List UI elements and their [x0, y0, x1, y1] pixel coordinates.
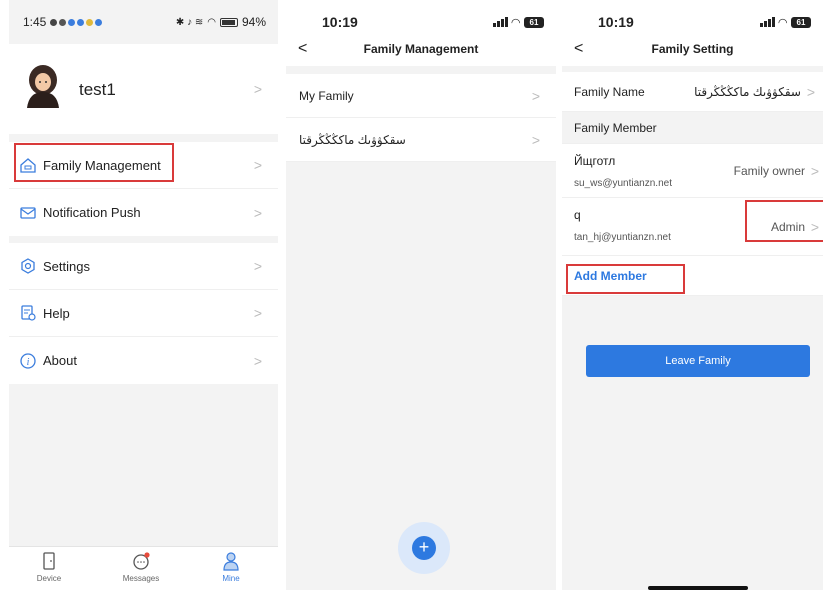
chevron-right-icon: > — [253, 81, 262, 97]
add-family-button[interactable]: + — [398, 522, 450, 574]
menu-item-settings[interactable]: Settings > — [9, 243, 278, 290]
family-name: سقكۋۋىك ماكڭڭڭرقتا — [299, 132, 406, 147]
member-name: q — [574, 208, 581, 222]
member-email: tan_hj@yuntianzn.net — [574, 232, 671, 243]
highlight-add-member — [566, 264, 685, 294]
tab-bar: Device Messages Mine — [9, 546, 278, 590]
tab-device[interactable]: Device — [19, 551, 79, 583]
status-time: 10:19 — [322, 14, 358, 30]
mail-icon — [20, 206, 36, 219]
user-icon — [223, 552, 239, 571]
wifi-icon: ◠ — [778, 16, 787, 29]
status-time: 1:45 — [23, 15, 47, 29]
menu-group-2: Settings > Help > i About > — [9, 243, 278, 384]
family-item-2[interactable]: سقكۋۋىك ماكڭڭڭرقتا > — [286, 118, 556, 162]
info-icon: i — [20, 352, 36, 369]
member-email: su_ws@yuntianzn.net — [574, 178, 672, 189]
wifi-icon: ◠ — [207, 16, 216, 28]
svg-text:i: i — [27, 357, 30, 368]
family-name-label: Family Name — [574, 84, 645, 99]
back-icon[interactable]: < — [298, 40, 307, 58]
menu-item-notification-push[interactable]: Notification Push > — [9, 189, 278, 236]
menu-item-about[interactable]: i About > — [9, 337, 278, 384]
notification-icons — [50, 15, 104, 29]
chevron-right-icon: > — [810, 162, 819, 179]
wifi-icon: ◠ — [511, 16, 520, 29]
help-icon — [21, 305, 36, 321]
chevron-right-icon: > — [531, 87, 540, 104]
tab-label: Messages — [122, 574, 160, 583]
mine-screen: 1:45 ✱ ♪ ≋ ◠ 94% test1 > Family Manageme… — [9, 0, 278, 590]
tab-messages[interactable]: Messages — [111, 551, 171, 583]
leave-family-label: Leave Family — [665, 355, 731, 367]
nav-bar: < Family Setting — [562, 32, 823, 66]
family-item-my-family[interactable]: My Family > — [286, 74, 556, 118]
family-member-label: Family Member — [574, 120, 657, 135]
family-list: My Family > سقكۋۋىك ماكڭڭڭرقتا > — [286, 74, 556, 162]
family-name-value: سقكۋۋىك ماكڭڭڭرقتا — [694, 84, 801, 99]
family-setting-list: Family Name سقكۋۋىك ماكڭڭڭرقتا > Family … — [562, 72, 823, 296]
signal-icon — [759, 17, 775, 27]
family-member-header: Family Member — [562, 112, 823, 144]
bluetooth-icon: ✱ ♪ ≋ — [175, 16, 204, 28]
settings-icon — [21, 258, 35, 274]
chevron-right-icon: > — [253, 352, 262, 369]
battery-percent: 94% — [241, 15, 266, 29]
highlight-family-management — [14, 143, 174, 182]
menu-item-label: About — [43, 353, 77, 368]
member-row-owner[interactable]: Йщготл su_ws@yuntianzn.net Family owner … — [562, 144, 823, 198]
menu-item-help[interactable]: Help > — [9, 290, 278, 337]
member-role: Family owner — [733, 163, 805, 178]
family-management-screen: 10:19 ◠ 61 < Family Management My Family… — [286, 0, 556, 590]
chevron-right-icon: > — [531, 131, 540, 148]
family-name: My Family — [299, 88, 354, 103]
plus-icon: + — [412, 536, 436, 560]
family-name-row[interactable]: Family Name سقكۋۋىك ماكڭڭڭرقتا > — [562, 72, 823, 112]
chevron-right-icon: > — [253, 204, 262, 221]
profile-name: test1 — [79, 80, 116, 99]
messages-icon — [133, 552, 150, 570]
family-setting-screen: 10:19 ◠ 61 < Family Setting Family Name … — [562, 0, 823, 590]
back-icon[interactable]: < — [574, 40, 583, 58]
page-title: Family Management — [363, 42, 479, 56]
page-title: Family Setting — [651, 42, 734, 56]
tab-mine[interactable]: Mine — [201, 551, 261, 583]
member-name: Йщготл — [574, 154, 616, 168]
highlight-admin-role — [745, 200, 823, 242]
tab-label: Device — [36, 574, 62, 583]
battery-icon — [219, 17, 238, 27]
menu-item-label: Settings — [43, 258, 90, 274]
battery-icon: 61 — [791, 16, 811, 28]
chevron-right-icon: > — [253, 305, 262, 321]
menu-item-label: Help — [43, 305, 70, 321]
chevron-right-icon: > — [806, 83, 815, 100]
chevron-right-icon: > — [253, 157, 262, 173]
status-time: 10:19 — [598, 14, 634, 30]
status-bar: 1:45 ✱ ♪ ≋ ◠ 94% — [9, 0, 278, 44]
device-icon — [43, 552, 55, 570]
menu-item-label: Notification Push — [43, 205, 141, 220]
tab-label: Mine — [222, 574, 240, 583]
chevron-right-icon: > — [253, 258, 262, 274]
profile-card[interactable]: test1 > — [9, 44, 278, 134]
battery-icon: 61 — [524, 16, 544, 28]
home-indicator — [648, 586, 748, 590]
leave-family-button[interactable]: Leave Family — [586, 345, 810, 377]
avatar — [27, 65, 59, 108]
nav-bar: < Family Management — [286, 32, 556, 66]
signal-icon — [492, 17, 508, 27]
